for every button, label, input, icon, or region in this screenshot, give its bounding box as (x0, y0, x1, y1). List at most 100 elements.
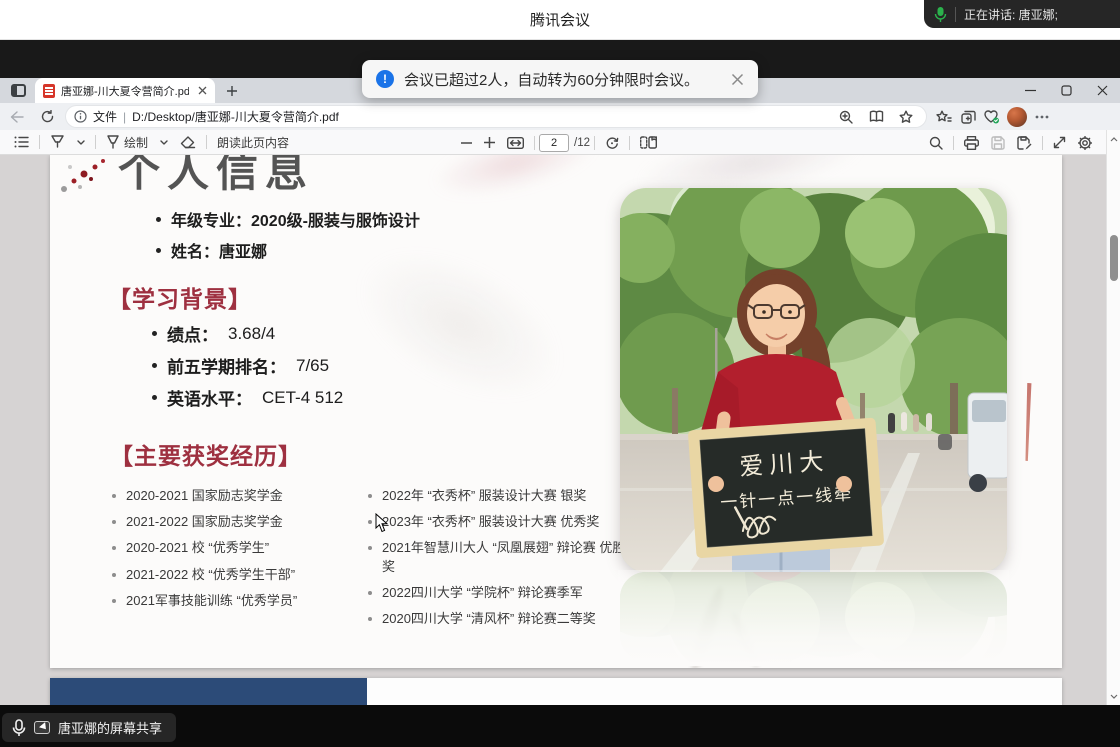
profile-avatar[interactable] (1007, 107, 1027, 127)
red-calligraphy-stroke (1024, 383, 1033, 461)
bullet-dot (368, 520, 372, 524)
awards-column-left: 2020-2021 国家励志奖学金 2021-2022 国家励志奖学金 2020… (112, 487, 360, 618)
window-maximize-button[interactable] (1048, 78, 1084, 103)
read-aloud-label: 朗读此页内容 (217, 134, 289, 151)
window-close-button[interactable] (1084, 78, 1120, 103)
zoom-page-icon[interactable] (834, 106, 858, 128)
notification-close-icon[interactable] (731, 73, 744, 86)
eraser-button[interactable] (174, 131, 202, 153)
award-text: 2023年 “衣秀杯” 服装设计大赛 优秀奖 (382, 513, 599, 531)
new-tab-button[interactable] (221, 80, 243, 102)
bullet-dot (112, 599, 116, 603)
bullet-dot (112, 573, 116, 577)
info-text: 姓名：唐亚娜 (171, 238, 267, 262)
pdf-scrollbar[interactable] (1106, 130, 1120, 705)
info-icon[interactable] (74, 110, 87, 123)
bullet-dot (152, 331, 157, 336)
bullet-dot (112, 494, 116, 498)
info-text: 年级专业：2020级-服装与服饰设计 (171, 207, 420, 231)
award-item: 2020-2021 校 “优秀学生” (112, 539, 360, 557)
toc-button[interactable] (8, 131, 35, 153)
award-item: 2021军事技能训练 “优秀学员” (112, 592, 360, 610)
draw-dropdown[interactable] (154, 131, 174, 153)
browser-menu-icon[interactable] (1030, 106, 1054, 128)
favorite-star-icon[interactable] (894, 106, 918, 128)
study-label: 英语水平： (167, 385, 252, 410)
award-item: 2021-2022 国家励志奖学金 (112, 513, 360, 531)
page-number-input[interactable] (539, 134, 569, 152)
award-item: 2023年 “衣秀杯” 服装设计大赛 优秀奖 (368, 513, 630, 531)
browser-address-bar: 文件 | D:/Desktop/唐亚娜-川大夏令营简介.pdf (0, 103, 1120, 130)
study-section-header: 【学习背景】 (108, 280, 252, 314)
collections-icon[interactable] (956, 106, 980, 128)
highlighter-dropdown[interactable] (71, 131, 91, 153)
awards-section-header: 【主要获奖经历】 (110, 437, 302, 471)
award-text: 2021军事技能训练 “优秀学员” (126, 592, 297, 610)
bullet-dot (156, 217, 161, 222)
award-text: 2021-2022 校 “优秀学生干部” (126, 566, 295, 584)
award-text: 2021年智慧川大人 “凤凰展翅” 辩论赛 优胜奖 (382, 539, 630, 575)
photo-reflection-fade (618, 570, 1009, 666)
favorites-bar-icon[interactable] (932, 106, 956, 128)
zoom-out-button[interactable] (455, 132, 478, 154)
award-text: 2021-2022 国家励志奖学金 (126, 513, 283, 531)
reader-mode-icon[interactable] (864, 106, 888, 128)
info-item: 姓名：唐亚娜 (156, 238, 267, 262)
awards-column-right: 2022年 “衣秀杯” 服装设计大赛 银奖 2023年 “衣秀杯” 服装设计大赛… (368, 487, 630, 636)
highlighter-button[interactable] (44, 131, 71, 153)
address-url-field[interactable]: 文件 | D:/Desktop/唐亚娜-川大夏令营简介.pdf (66, 106, 926, 127)
pdf-file-icon (43, 84, 55, 98)
bullet-dot (156, 248, 161, 253)
page3-blue-block (50, 678, 367, 705)
pdf-page-controls: /12 (455, 130, 663, 155)
now-speaking-indicator: 正在讲话: 唐亚娜; (924, 0, 1120, 28)
bullet-dot (112, 546, 116, 550)
info-alert-icon: ! (376, 70, 394, 88)
award-item: 2020四川大学 “清风杯” 辩论赛二等奖 (368, 610, 630, 628)
search-document-button[interactable] (923, 132, 949, 154)
tab-title: 唐亚娜-川大夏令营简介.pdf (61, 83, 189, 99)
save-as-button[interactable] (1011, 132, 1038, 154)
scrollbar-down-arrow[interactable] (1107, 689, 1120, 703)
bullet-dot (112, 520, 116, 524)
study-value: 3.68/4 (228, 324, 275, 344)
pdf-settings-button[interactable] (1072, 132, 1098, 154)
draw-pen-icon[interactable]: 绘制 (100, 131, 154, 153)
fit-to-width-button[interactable] (501, 132, 530, 154)
browser-essentials-icon[interactable] (980, 106, 1004, 128)
screen-share-indicator[interactable]: 唐亚娜的屏幕共享 (2, 713, 176, 742)
award-item: 2021年智慧川大人 “凤凰展翅” 辩论赛 优胜奖 (368, 539, 630, 575)
award-item: 2021-2022 校 “优秀学生干部” (112, 566, 360, 584)
browser-tab-active[interactable]: 唐亚娜-川大夏令营简介.pdf (35, 78, 215, 103)
tab-close-button[interactable] (195, 84, 209, 98)
award-item: 2020-2021 国家励志奖学金 (112, 487, 360, 505)
address-scheme-label: 文件 (93, 108, 117, 125)
award-text: 2020四川大学 “清风杯” 辩论赛二等奖 (382, 610, 596, 628)
zoom-in-button[interactable] (478, 132, 501, 154)
page-view-button[interactable] (634, 132, 663, 154)
pdf-page-2: 个人信息 年级专业：2020级-服装与服饰设计 姓名：唐亚娜 【学习背景】 绩点… (50, 155, 1062, 668)
presenter-photo: 爱川大 一针一点一线牵 (620, 188, 1007, 572)
study-item: 绩点： 3.68/4 (152, 321, 275, 346)
bullet-dot (152, 363, 157, 368)
print-button[interactable] (958, 132, 985, 154)
divider (955, 7, 956, 22)
pdf-viewer-area[interactable]: 个人信息 年级专业：2020级-服装与服饰设计 姓名：唐亚娜 【学习背景】 绩点… (0, 155, 1120, 705)
rotate-button[interactable] (599, 132, 625, 154)
address-separator: | (123, 110, 126, 124)
tab-workspaces-icon[interactable] (11, 84, 26, 97)
fullscreen-button[interactable] (1047, 132, 1072, 154)
read-aloud-button[interactable]: 朗读此页内容 (211, 131, 295, 153)
bullet-dot (368, 591, 372, 595)
scrollbar-up-arrow[interactable] (1107, 132, 1120, 146)
scrollbar-thumb[interactable] (1110, 235, 1118, 281)
back-button[interactable] (4, 106, 30, 128)
screen-share-label: 唐亚娜的屏幕共享 (58, 718, 162, 737)
refresh-button[interactable] (34, 106, 60, 128)
notification-text: 会议已超过2人，自动转为60分钟限时会议。 (404, 69, 721, 90)
bullet-dot (368, 617, 372, 621)
petal-decoration (426, 155, 604, 209)
draw-label: 绘制 (124, 134, 148, 151)
window-minimize-button[interactable] (1012, 78, 1048, 103)
meeting-app-title: 腾讯会议 (530, 9, 590, 30)
